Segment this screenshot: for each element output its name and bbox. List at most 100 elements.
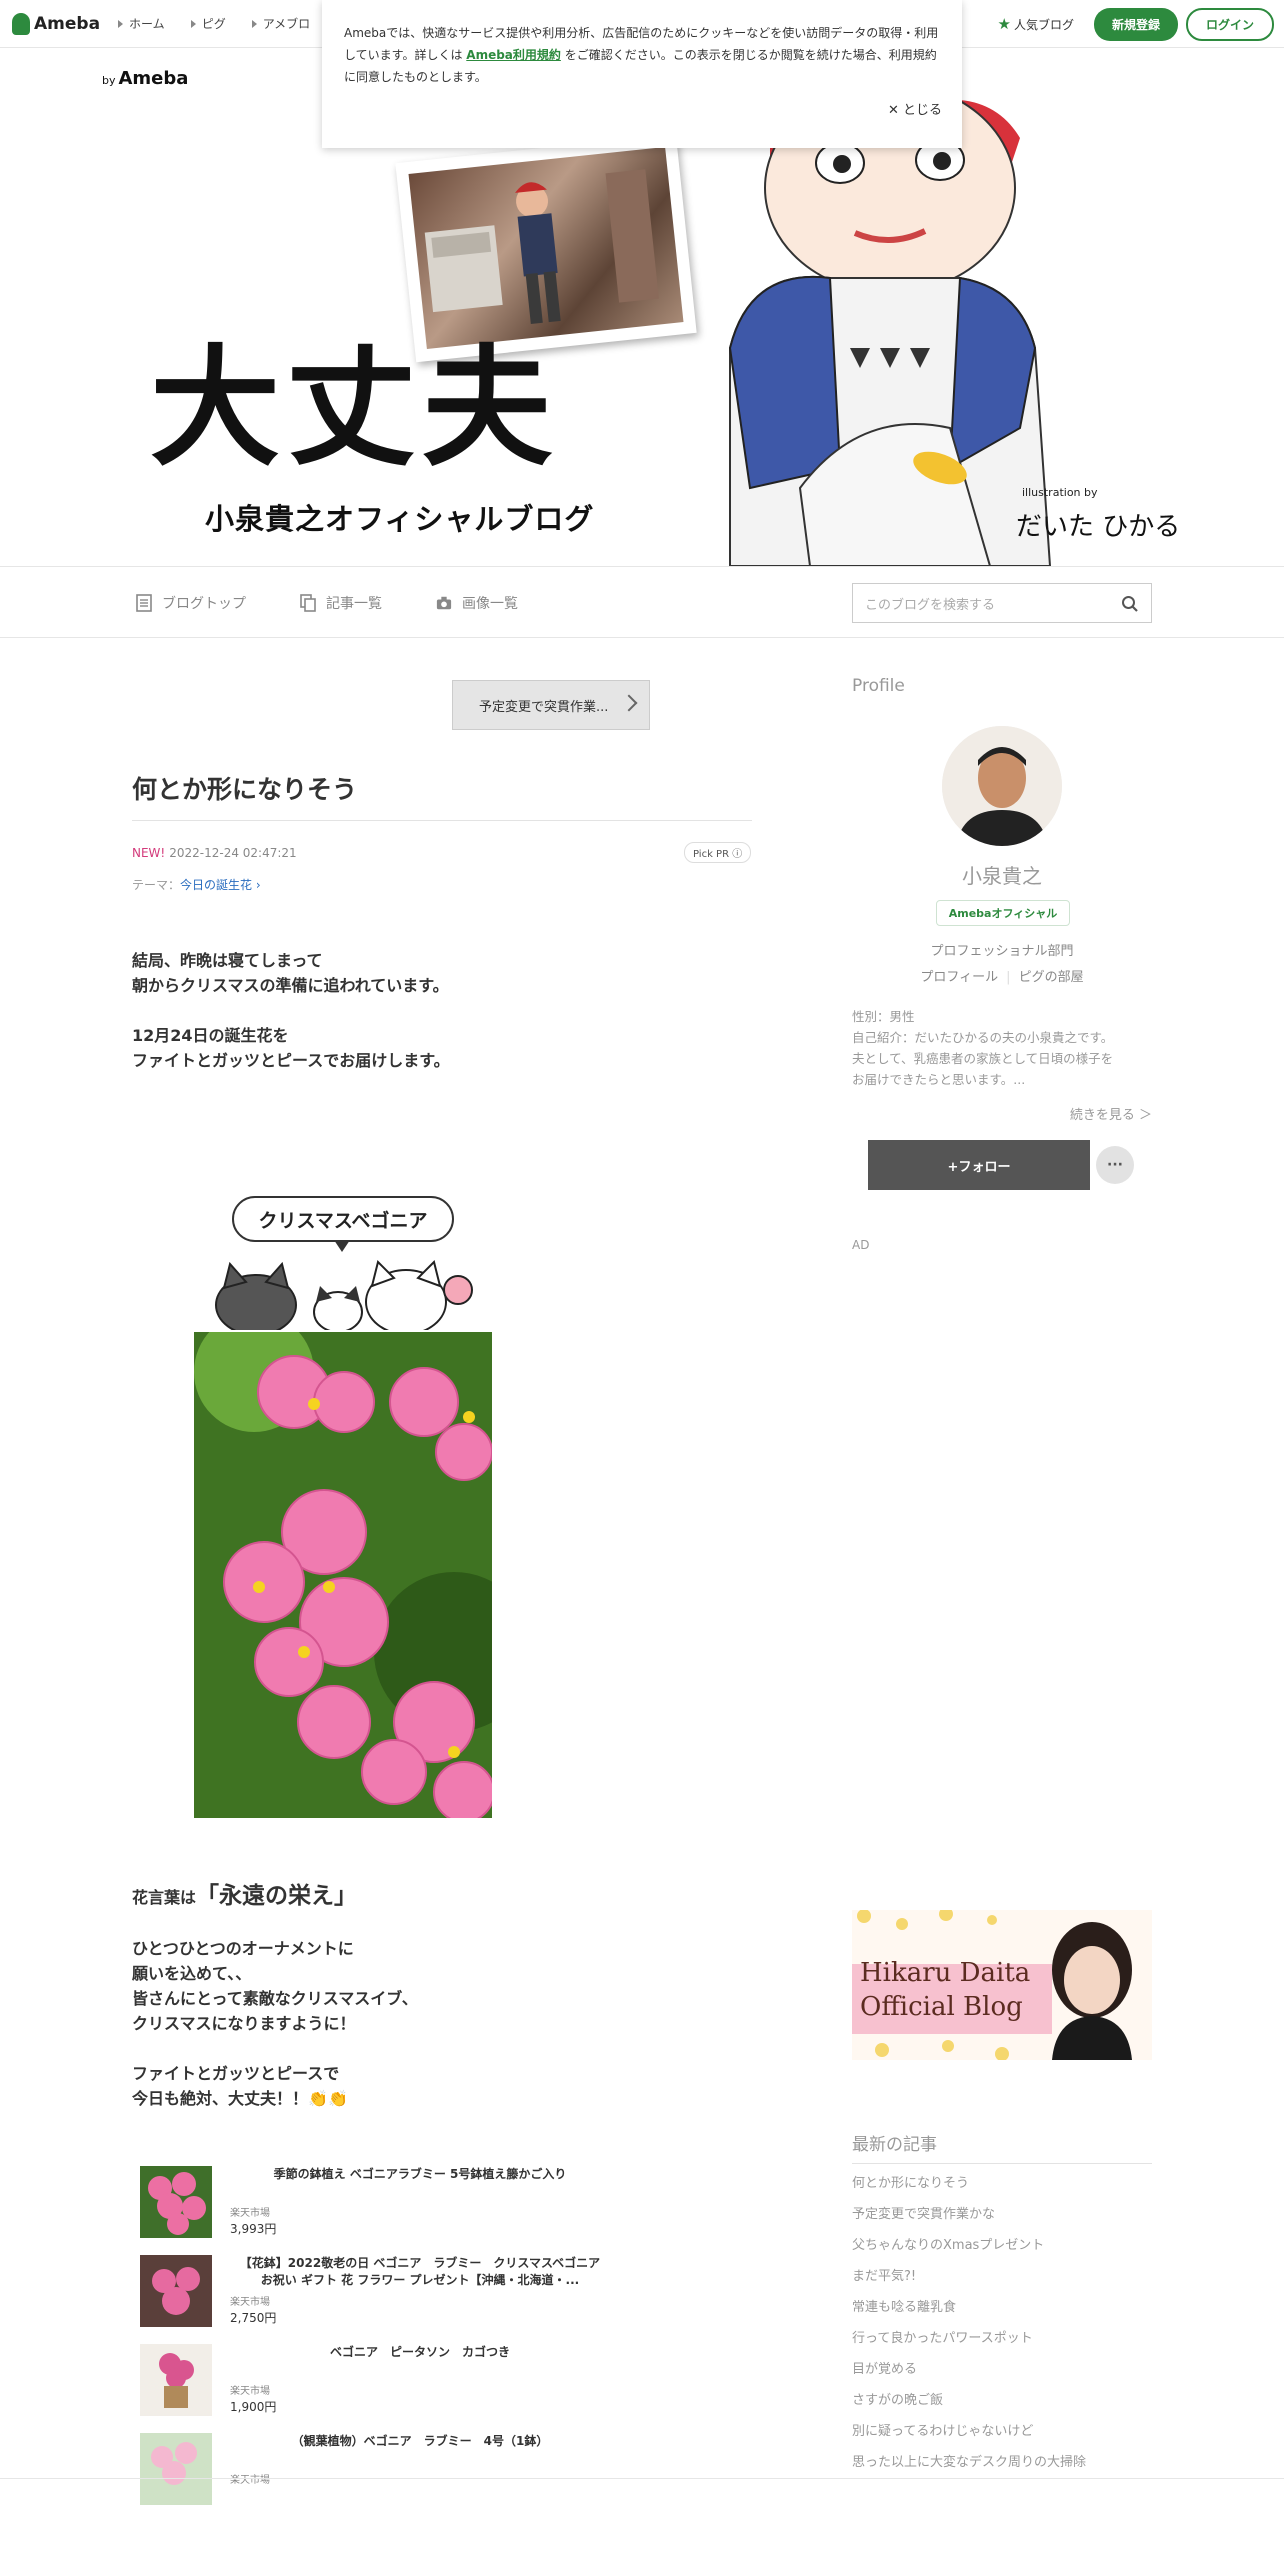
footer-divider [0,2478,1284,2479]
terms-link[interactable]: Ameba利用規約 [466,48,561,62]
entry-body: 結局、昨晩は寝てしまって 朝からクリスマスの準備に追われています。 12月24日の… [132,948,450,1098]
blog-title: 大丈夫 [150,331,559,484]
flower-language-prefix: 花言葉は [132,1888,197,1907]
chevron-right-icon [620,694,638,712]
entry-title[interactable]: 何とか形になりそう [132,770,357,806]
entry-text-line: 願いを込めて、、 [132,1964,252,1983]
product-thumbnail [140,2166,212,2238]
cookie-close-button[interactable]: ✕ とじる [888,100,942,122]
caret-right-icon [118,19,124,28]
entry-text-line: 皆さんにとって素敵なクリスマスイブ、 [132,1989,418,2008]
entry-theme: テーマ：今日の誕生花 › [132,876,261,893]
product-price: 1,900円 [230,2400,277,2414]
latest-entry-link[interactable]: 思った以上に大変なデスク周りの大掃除 [852,2447,1152,2478]
product-item[interactable]: ベゴニア ピータソン カゴつき 楽天市場 1,900円 [140,2338,610,2427]
popular-blog-label: 人気ブログ [1013,17,1074,32]
signup-button[interactable]: 新規登録 [1093,7,1178,41]
nav-ameblo-label: アメブロ [262,17,311,31]
ameba-brand-text: Ameba [34,13,101,34]
product-price: 2,750円 [230,2311,277,2325]
avatar[interactable] [942,726,1062,846]
latest-entries-heading: 最新の記事 [852,2130,1152,2164]
image-list-link[interactable]: 画像一覧 [436,593,518,613]
product-item[interactable]: （観葉植物）ベゴニア ラブミー 4号（1鉢） 楽天市場 [140,2427,610,2516]
begonia-photo [194,1332,492,1818]
latest-entry-link[interactable]: まだ平気?! [852,2261,1152,2292]
search-icon[interactable] [1121,595,1139,613]
profile-heading: Profile [852,676,905,696]
document-icon [136,594,152,612]
global-nav-links: ホーム ピグ アメブロ [118,15,336,32]
flower-language: 花言葉は「永遠の栄え」 [132,1876,357,1910]
copy-icon [300,594,316,612]
product-item[interactable]: 【花鉢】2022敬老の日 ベゴニア ラブミー クリスマスベゴニア お祝い ギフト… [140,2249,612,2338]
entry-text-line: ファイトとガッツとピースでお届けします。 [132,1051,450,1070]
nav-ameblo-link[interactable]: アメブロ [251,15,311,32]
follow-button[interactable]: +フォロー [868,1140,1090,1190]
pigg-room-link[interactable]: ピグの部屋 [1019,970,1084,985]
info-icon: ⓘ [732,849,743,860]
read-more-link[interactable]: 続きを見る ＞ [1070,1104,1152,1123]
speech-bubble: クリスマスベゴニア [232,1196,454,1252]
login-button[interactable]: ログイン [1185,7,1274,41]
by-ameba-label: Ameba [118,68,189,89]
global-nav-right: ★ 人気ブログ 新規登録 ログイン [998,0,1274,48]
latest-entry-link[interactable]: 別に疑ってるわけじゃないけど [852,2416,1152,2447]
theme-link[interactable]: 今日の誕生花 [180,878,252,892]
begonia-image[interactable]: クリスマスベゴニア [194,1166,494,1826]
banner-text: Hikaru Daita Official Blog [860,1956,1030,2024]
profile-links: プロフィール | ピグの部屋 [852,966,1152,985]
product-shop: 楽天市場 [230,2386,270,2397]
blog-top-link[interactable]: ブログトップ [136,593,246,613]
illustrator-name: だいた ひかる [1016,512,1181,542]
latest-entry-link[interactable]: 予定変更で突貫作業かな [852,2199,1152,2230]
illustration-by-label: illustration by [1022,486,1098,499]
prev-entry-label: 予定変更で突貫作業... [479,699,609,715]
latest-entry-link[interactable]: 行って良かったパワースポット [852,2323,1152,2354]
ameba-logo[interactable]: Ameba [12,12,101,35]
product-shop: 楽天市場 [230,2297,270,2308]
camera-icon [436,596,452,610]
title-divider [132,820,752,821]
product-price: 3,993円 [230,2222,277,2236]
profile-name[interactable]: 小泉貴之 [852,860,1152,889]
nav-pigg-link[interactable]: ピグ [190,15,226,32]
entry-list-link[interactable]: 記事一覧 [300,593,382,613]
ad-label: AD [852,1238,870,1252]
pick-pr-label: Pick PR [693,849,730,860]
product-thumbnail [140,2344,212,2416]
latest-entry-link[interactable]: 目が覚める [852,2354,1152,2385]
blog-nav: ブログトップ 記事一覧 画像一覧 このブログを検索する [0,566,1284,638]
prev-entry-link[interactable]: 予定変更で突貫作業... [452,680,650,730]
entry-body-2: ひとつひとつのオーナメントに 願いを込めて、、 皆さんにとって素敵なクリスマスイ… [132,1936,418,2136]
theme-label: テーマ： [132,878,181,892]
link-separator: | [1006,970,1011,985]
banner-line: Official Blog [860,1992,1023,2022]
popular-blog-link[interactable]: ★ 人気ブログ [998,15,1074,33]
banner-line: Hikaru Daita [860,1958,1031,1988]
profile-link[interactable]: プロフィール [920,970,998,985]
star-icon: ★ [997,15,1011,33]
entry-text-line: クリスマスになりますように！ [132,2014,356,2033]
product-list: 季節の鉢植え ベゴニアラブミー 5号鉢植え籐かご入り 楽天市場 3,993円 【… [140,2160,612,2516]
entry-text-line: ひとつひとつのオーナメントに [132,1939,354,1958]
cookie-banner: Amebaでは、快適なサービス提供や利用分析、広告配信のためにクッキーなどを使い… [322,0,962,148]
blog-search-placeholder: このブログを検索する [865,597,996,613]
bio-line: 夫として、乳癌患者の家族として日頃の様子を [852,1051,1114,1066]
nav-home-link[interactable]: ホーム [118,15,165,32]
nav-home-label: ホーム [129,17,165,31]
product-item[interactable]: 季節の鉢植え ベゴニアラブミー 5号鉢植え籐かご入り 楽天市場 3,993円 [140,2160,610,2249]
latest-entry-link[interactable]: 父ちゃんなりのXmasプレゼント [852,2230,1152,2261]
latest-entry-link[interactable]: 常連も唸る離乳食 [852,2292,1152,2323]
entry-date: 2022-12-24 02:47:21 [169,846,297,860]
nav-pigg-label: ピグ [201,17,226,31]
by-ameba-logo: by Ameba [102,68,188,89]
more-options-button[interactable]: ··· [1096,1146,1134,1184]
hikaru-daita-blog-banner[interactable]: Hikaru Daita Official Blog [852,1910,1152,2060]
pick-pr-button[interactable]: Pick PR ⓘ [684,842,752,863]
entry-text-line: ファイトとガッツとピースで [132,2064,340,2083]
blog-search-input[interactable]: このブログを検索する [852,583,1152,623]
latest-entry-link[interactable]: 何とか形になりそう [852,2168,1152,2199]
latest-entry-link[interactable]: さすがの晩ご飯 [852,2385,1152,2416]
clap-emoji-icon: 👏👏 [308,2089,348,2108]
